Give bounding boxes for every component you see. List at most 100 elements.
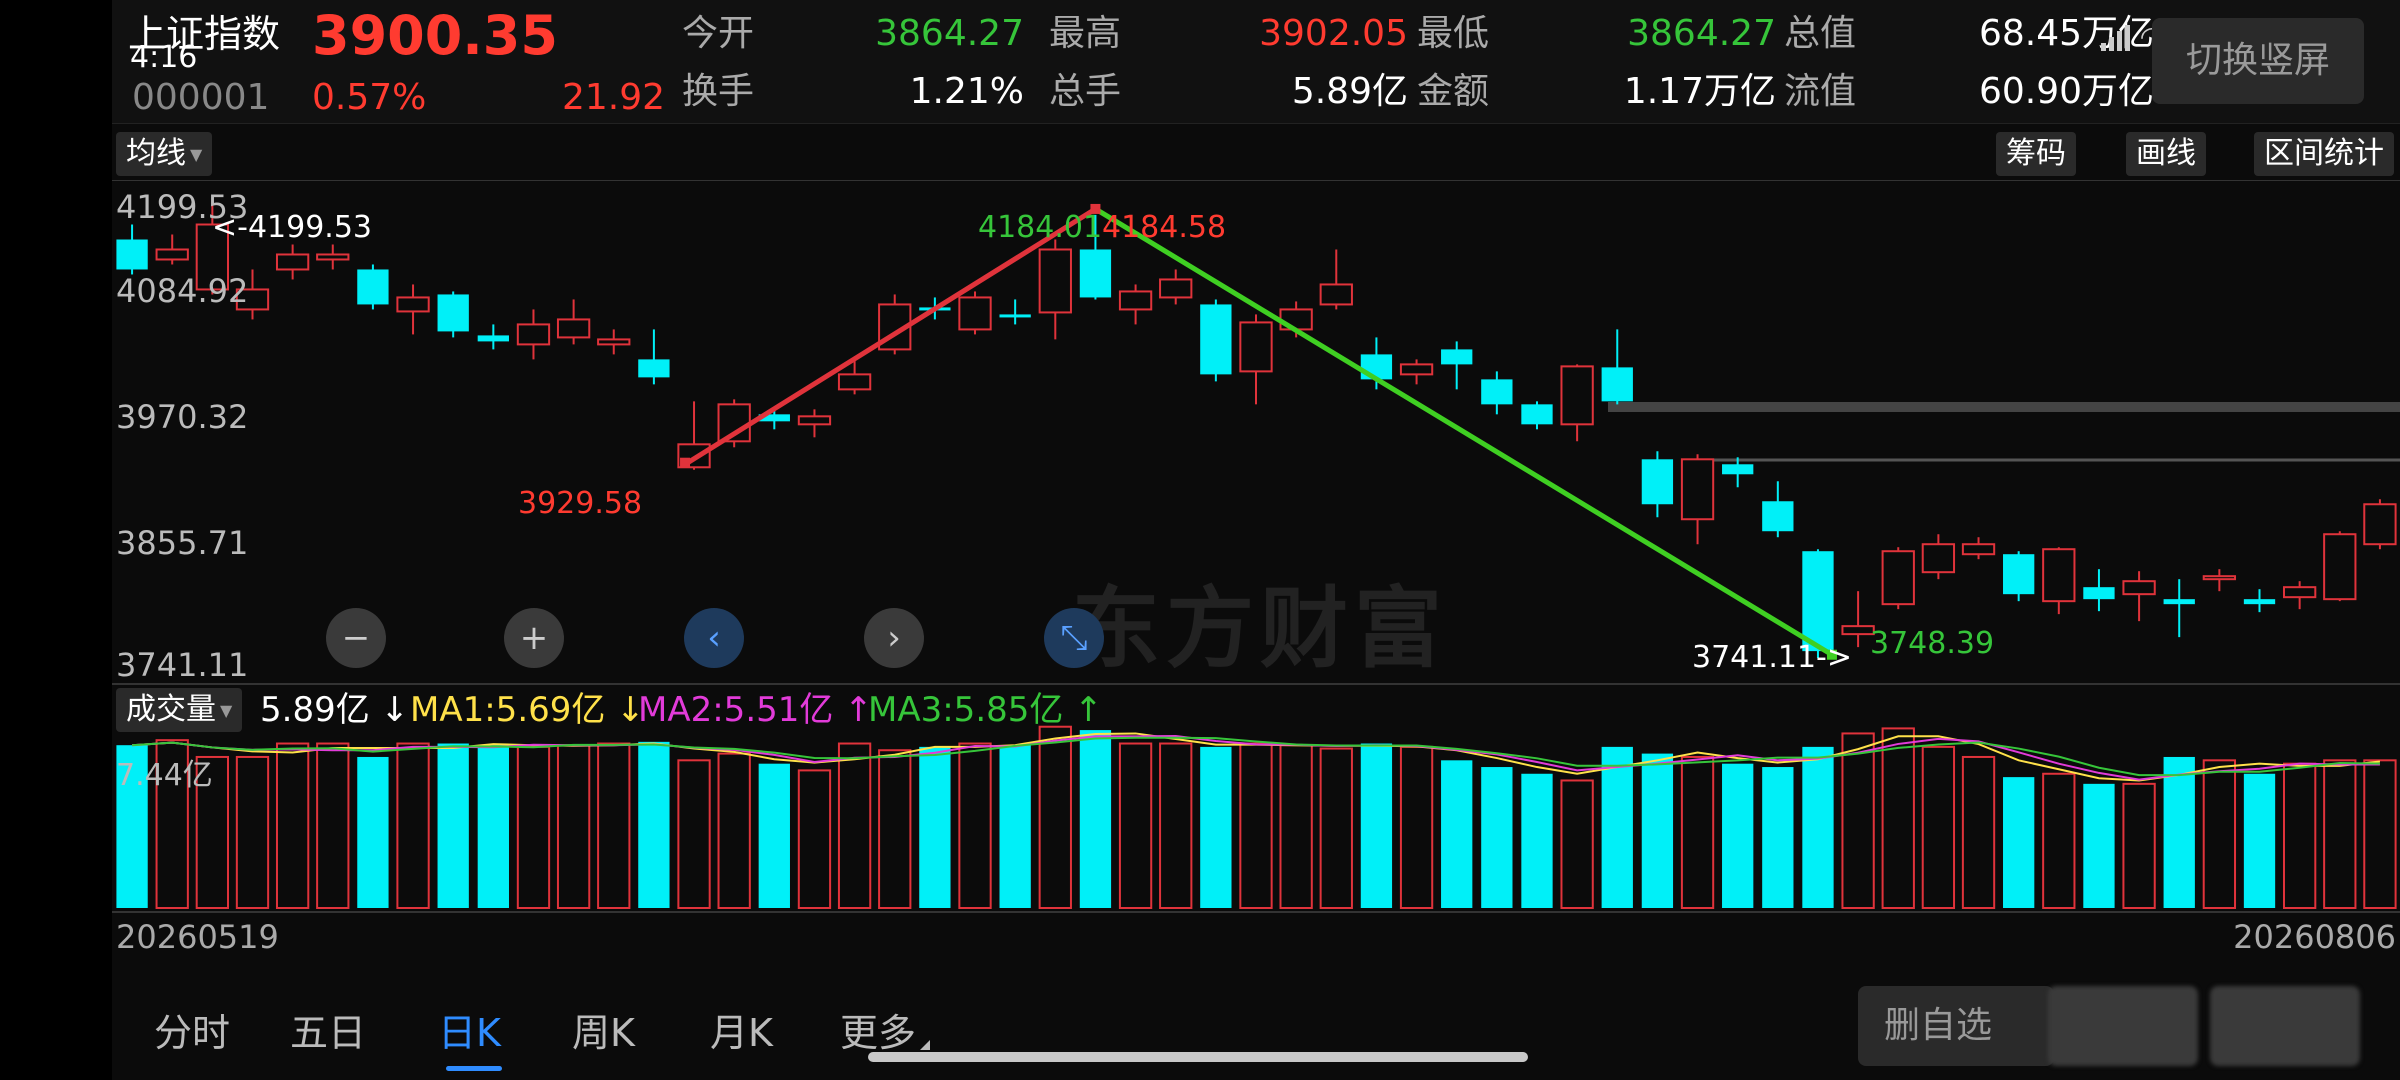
candle-body xyxy=(1881,550,1915,606)
tab-five-day[interactable]: 五日 xyxy=(290,1002,366,1057)
blurred-button[interactable] xyxy=(2210,986,2360,1066)
trend-start-label: 3929.58 xyxy=(518,486,643,521)
candle-body xyxy=(437,294,469,332)
candle-body xyxy=(155,248,189,261)
candle-body xyxy=(1239,321,1273,373)
volume-bar xyxy=(919,746,951,908)
start-date: 20260519 xyxy=(116,918,279,956)
volume-bar xyxy=(1521,773,1553,908)
float-cap-label: 流值 xyxy=(1784,71,1857,112)
uptrend-line xyxy=(684,206,1097,466)
candle-body xyxy=(958,296,992,331)
volume-bar xyxy=(396,742,430,910)
volume-bar xyxy=(1881,727,1915,910)
active-tab-indicator xyxy=(446,1066,502,1071)
volume-bar xyxy=(516,745,551,909)
volume-bar xyxy=(2083,783,2115,908)
end-date: 20260806 xyxy=(2233,918,2396,956)
volume-bar xyxy=(1841,732,1875,909)
volume-bar xyxy=(1921,745,1956,909)
volume-bar xyxy=(2122,782,2156,910)
ma2-value: MA2:5.51亿 ↑ xyxy=(638,686,873,734)
y-tick-label: 3741.11 xyxy=(116,646,249,684)
chevron-down-icon: ▼ xyxy=(190,144,203,164)
candle-body xyxy=(1441,349,1473,365)
tab-daily-k[interactable]: 日K xyxy=(438,1002,501,1057)
candle-body xyxy=(1159,278,1193,299)
chevron-down-icon: ▼ xyxy=(220,700,233,720)
tab-intraday[interactable]: 分时 xyxy=(154,1002,230,1057)
zoom-in-button[interactable]: + xyxy=(504,608,564,668)
volume-title: 成交量 xyxy=(126,692,216,727)
blurred-button[interactable] xyxy=(2048,986,2198,1066)
down-arrow-icon: ↓ xyxy=(380,690,410,730)
y-tick-label: 3970.32 xyxy=(116,398,249,436)
high-value: 3902.05 xyxy=(1259,13,1408,54)
scroll-left-button[interactable]: ‹ xyxy=(684,608,744,668)
volume-bar xyxy=(878,749,912,909)
zoom-out-button[interactable]: − xyxy=(326,608,386,668)
kline-svg[interactable] xyxy=(112,180,2400,920)
candle-body xyxy=(1641,459,1674,505)
volume-bar xyxy=(1762,767,1794,908)
volume-bar xyxy=(477,745,509,908)
turnover-value: 1.21% xyxy=(909,71,1024,112)
max-price-label: <-4199.53 xyxy=(212,210,373,245)
total-volume-value: 5.89亿 xyxy=(1291,71,1408,112)
reset-zoom-button[interactable]: ⤡ xyxy=(1044,608,1104,668)
low-label: 最低 xyxy=(1417,13,1490,54)
ma3-text: MA3:5.85亿 xyxy=(868,690,1064,730)
stock-app: 上证指数 4:16 3900.35 000001 0.57% 21.92 今开 … xyxy=(112,0,2400,1080)
volume-bar xyxy=(1601,746,1633,908)
candle-body xyxy=(516,323,551,346)
candle-body xyxy=(837,373,872,391)
volume-top-tick: 7.44亿 xyxy=(116,758,213,793)
volume-bar xyxy=(1399,745,1434,909)
volume-bar xyxy=(999,745,1031,908)
volume-bar xyxy=(958,742,992,910)
ma1-text: MA1:5.69亿 xyxy=(410,690,606,730)
candle-body xyxy=(1200,304,1232,375)
volume-bar xyxy=(275,742,310,910)
volume-bar xyxy=(837,742,872,910)
candle-body xyxy=(1722,464,1754,475)
chip-distribution-button[interactable]: 筹码 xyxy=(1996,132,2076,176)
tab-weekly-k[interactable]: 周K xyxy=(572,1002,635,1057)
candle-body xyxy=(2122,580,2156,596)
volume-bar xyxy=(1079,730,1112,908)
candle-body xyxy=(2282,586,2317,599)
volume-indicator-selector[interactable]: 成交量 ▼ xyxy=(116,688,243,732)
ma3-value: MA3:5.85亿 ↑ xyxy=(868,686,1103,734)
volume-bar xyxy=(2163,756,2195,908)
scroll-right-button[interactable]: › xyxy=(864,608,924,668)
volume-bar xyxy=(758,763,790,908)
candle-body xyxy=(597,338,631,346)
candle-body xyxy=(1802,551,1834,652)
turnover-label: 换手 xyxy=(682,71,755,112)
volume-bar xyxy=(2243,773,2276,908)
brand-watermark: 东方财富 xyxy=(1072,577,1449,680)
tab-monthly-k[interactable]: 月K xyxy=(710,1002,773,1057)
draw-line-button[interactable]: 画线 xyxy=(2126,132,2206,176)
quote-header: 上证指数 4:16 3900.35 000001 0.57% 21.92 今开 … xyxy=(112,0,2400,124)
range-stats-button[interactable]: 区间统计 xyxy=(2254,132,2394,176)
ma-selector[interactable]: 均线 ▼ xyxy=(116,132,213,176)
candle-body xyxy=(477,335,509,342)
volume-legend: 成交量 ▼ 5.89亿 ↓ MA1:5.69亿 ↓ MA2:5.51亿 ↑ MA3… xyxy=(112,686,2400,734)
candle-body xyxy=(1560,365,1594,426)
home-indicator[interactable] xyxy=(868,1052,1528,1062)
switch-portrait-button[interactable]: 切换竖屏 xyxy=(2152,18,2364,104)
remove-watchlist-button[interactable]: 删自选 xyxy=(1858,986,2054,1066)
volume-bar xyxy=(1481,767,1513,908)
volume-bar xyxy=(1641,753,1674,908)
volume-bar xyxy=(1239,742,1273,910)
candle-body xyxy=(2363,503,2397,546)
volume-bar xyxy=(235,755,270,910)
volume-bar xyxy=(1038,725,1072,909)
trend-anchor xyxy=(680,457,691,468)
volume-bar xyxy=(677,759,711,909)
tab-more[interactable]: 更多 xyxy=(840,1002,916,1057)
open-value: 3864.27 xyxy=(875,13,1024,54)
more-caret-icon xyxy=(920,1040,930,1050)
volume-bar xyxy=(1680,755,1715,910)
